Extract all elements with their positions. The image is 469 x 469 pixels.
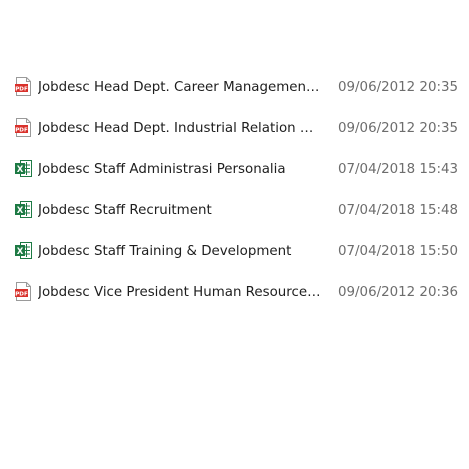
svg-text:PDF: PDF bbox=[15, 292, 28, 298]
svg-text:PDF: PDF bbox=[15, 128, 28, 134]
pdf-icon: PDF bbox=[15, 118, 32, 137]
file-row[interactable]: X Jobdesc Staff Recruitment 07/04/2018 1… bbox=[0, 190, 469, 231]
excel-icon: X bbox=[15, 200, 32, 219]
svg-text:X: X bbox=[17, 206, 24, 216]
file-name: Jobdesc Vice President Human Resources R… bbox=[38, 285, 322, 300]
svg-text:X: X bbox=[17, 247, 24, 257]
file-name: Jobdesc Staff Administrasi Personalia bbox=[38, 162, 286, 177]
file-date: 07/04/2018 15:43 bbox=[338, 162, 459, 177]
file-row[interactable]: X Jobdesc Staff Administrasi Personalia … bbox=[0, 149, 469, 190]
file-name: Jobdesc Head Dept. Career Management Rev… bbox=[38, 80, 322, 95]
excel-icon: X bbox=[15, 159, 32, 178]
file-row[interactable]: X Jobdesc Staff Training & Development 0… bbox=[0, 231, 469, 272]
pdf-icon: PDF bbox=[15, 282, 32, 301]
file-name: Jobdesc Head Dept. Industrial Relation &… bbox=[38, 121, 322, 136]
file-date: 07/04/2018 15:48 bbox=[338, 203, 459, 218]
pdf-icon: PDF bbox=[15, 77, 32, 96]
excel-icon: X bbox=[15, 241, 32, 260]
file-row[interactable]: PDF Jobdesc Head Dept. Career Management… bbox=[0, 67, 469, 108]
file-name: Jobdesc Staff Training & Development bbox=[38, 244, 292, 259]
file-name: Jobdesc Staff Recruitment bbox=[38, 203, 212, 218]
file-date: 09/06/2012 20:35 bbox=[338, 121, 459, 136]
file-row[interactable]: PDF Jobdesc Vice President Human Resourc… bbox=[0, 272, 469, 313]
file-date: 07/04/2018 15:50 bbox=[338, 244, 459, 259]
file-date: 09/06/2012 20:35 bbox=[338, 80, 459, 95]
file-list: PDF Jobdesc Head Dept. Career Management… bbox=[0, 67, 469, 313]
file-row[interactable]: PDF Jobdesc Head Dept. Industrial Relati… bbox=[0, 108, 469, 149]
svg-text:X: X bbox=[17, 165, 24, 175]
svg-text:PDF: PDF bbox=[15, 87, 28, 93]
file-date: 09/06/2012 20:36 bbox=[338, 285, 459, 300]
